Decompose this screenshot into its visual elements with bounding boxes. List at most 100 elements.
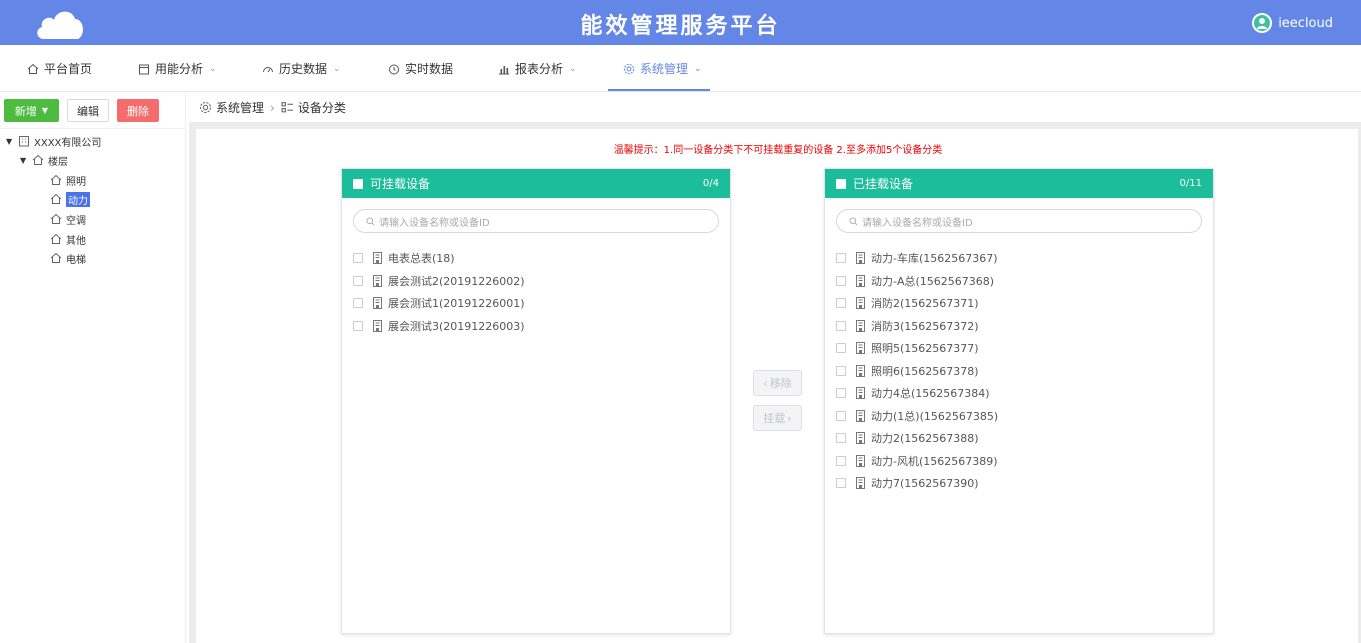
item-checkbox[interactable]: [836, 275, 846, 286]
item-label: 动力-车库(1562567367): [871, 252, 998, 266]
username: ieecloud: [1278, 15, 1333, 31]
item-checkbox[interactable]: [836, 253, 846, 264]
list-item[interactable]: 照明6(1562567378): [836, 360, 998, 383]
list-item[interactable]: 照明5(1562567377): [836, 337, 998, 360]
top-bar: 能效管理服务平台 ieecloud: [0, 0, 1361, 45]
item-checkbox[interactable]: [353, 298, 363, 309]
delete-button[interactable]: 删除: [117, 99, 159, 122]
list-item[interactable]: 动力-风机(1562567389): [836, 450, 998, 473]
list-item[interactable]: 电表总表(18): [353, 247, 525, 270]
new-button[interactable]: 新增 ▼: [4, 99, 59, 122]
search-input[interactable]: 请输入设备名称或设备ID: [836, 209, 1202, 233]
panel-title: 已挂载设备: [853, 177, 914, 191]
list-item[interactable]: 动力(1总)(1562567385): [836, 405, 998, 428]
chevron-left-icon: ‹: [763, 376, 768, 390]
device-icon: [855, 319, 866, 332]
item-label: 照明6(1562567378): [871, 364, 979, 378]
item-label: 动力4总(1562567384): [871, 387, 990, 401]
list-item[interactable]: 展会测试3(20191226003): [353, 315, 525, 338]
device-icon: [855, 252, 866, 265]
list-item[interactable]: 消防2(1562567371): [836, 292, 998, 315]
item-label: 动力7(1562567390): [871, 477, 979, 491]
nav-item-system-management[interactable]: 系统管理 ⌄: [622, 45, 702, 92]
select-all-checkbox[interactable]: [353, 178, 363, 189]
list-item[interactable]: 动力4总(1562567384): [836, 382, 998, 405]
avatar: [1252, 13, 1273, 33]
list-item[interactable]: 展会测试2(20191226002): [353, 270, 525, 293]
user-menu[interactable]: ieecloud: [1252, 13, 1333, 33]
device-icon: [855, 409, 866, 422]
warning-tip: 温馨提示：1.同一设备分类下不可挂载重复的设备 2.至多添加5个设备分类: [613, 145, 943, 156]
item-checkbox[interactable]: [836, 455, 846, 466]
selection-count: 0/11: [1179, 178, 1202, 189]
item-checkbox[interactable]: [836, 343, 846, 354]
device-icon: [372, 297, 383, 310]
item-checkbox[interactable]: [836, 388, 846, 399]
item-label: 展会测试2(20191226002): [388, 274, 525, 288]
item-checkbox[interactable]: [353, 275, 363, 286]
nav-item-home[interactable]: 平台首页: [26, 45, 92, 92]
item-checkbox[interactable]: [836, 410, 846, 421]
list-item[interactable]: 动力2(1562567388): [836, 427, 998, 450]
selection-count: 0/4: [702, 178, 719, 189]
item-checkbox[interactable]: [836, 298, 846, 309]
list-item[interactable]: 动力-A总(1562567368): [836, 270, 998, 293]
clock-icon: [387, 62, 401, 76]
search-placeholder: 请输入设备名称或设备ID: [379, 217, 490, 229]
mount-button[interactable]: 挂载 ›: [753, 405, 802, 431]
breadcrumb-system[interactable]: 系统管理: [216, 99, 264, 116]
item-checkbox[interactable]: [836, 320, 846, 331]
nav-item-realtime-data[interactable]: 实时数据: [387, 45, 453, 92]
item-label: 动力-风机(1562567389): [871, 454, 998, 468]
device-icon: [372, 252, 383, 265]
item-label: 照明5(1562567377): [871, 342, 979, 356]
item-checkbox[interactable]: [353, 253, 363, 264]
main-nav: 平台首页 用能分析 ⌄ 历史数据 ⌄ 实时数据 报表分析 ⌄ 系统管理 ⌄: [0, 45, 1361, 92]
bar-chart-icon: [497, 62, 511, 76]
item-checkbox[interactable]: [836, 433, 846, 444]
panel-header: 已挂载设备 0/11: [825, 169, 1213, 198]
chevron-down-icon: ⌄: [694, 63, 702, 74]
device-list: 动力-车库(1562567367) 动力-A总(1562567368) 消防2(15…: [836, 247, 998, 495]
chevron-down-icon: ⌄: [333, 63, 341, 74]
item-checkbox[interactable]: [836, 365, 846, 376]
item-label: 消防3(1562567372): [871, 319, 979, 333]
item-label: 动力-A总(1562567368): [871, 274, 995, 288]
nav-item-report-analysis[interactable]: 报表分析 ⌄: [497, 45, 577, 92]
panel-title: 可挂载设备: [370, 177, 431, 191]
search-placeholder: 请输入设备名称或设备ID: [862, 217, 973, 229]
home-icon: [50, 193, 62, 205]
tree-node-aircon[interactable]: 空调: [50, 211, 86, 227]
remove-button[interactable]: ‹ 移除: [753, 370, 802, 396]
item-label: 展会测试1(20191226001): [388, 297, 525, 311]
home-icon: [26, 62, 40, 76]
item-checkbox[interactable]: [353, 320, 363, 331]
nav-item-energy-analysis[interactable]: 用能分析 ⌄: [137, 45, 217, 92]
divider: [0, 128, 186, 129]
category-icon: [281, 101, 294, 114]
gear-icon: [622, 62, 636, 76]
list-item[interactable]: 动力7(1562567390): [836, 472, 998, 495]
search-input[interactable]: 请输入设备名称或设备ID: [353, 209, 719, 233]
home-icon: [50, 174, 62, 186]
tree-node-power[interactable]: 动力: [50, 191, 90, 207]
device-icon: [855, 364, 866, 377]
edit-button[interactable]: 编辑: [67, 99, 109, 122]
tree-node-elevator[interactable]: 电梯: [50, 250, 86, 266]
item-checkbox[interactable]: [836, 478, 846, 489]
device-icon: [855, 387, 866, 400]
gear-icon: [199, 101, 212, 114]
app-title: 能效管理服务平台: [580, 13, 781, 39]
tree-node-lighting[interactable]: 照明: [50, 172, 86, 188]
device-icon: [855, 477, 866, 490]
list-item[interactable]: 动力-车库(1562567367): [836, 247, 998, 270]
device-icon: [855, 297, 866, 310]
list-item[interactable]: 消防3(1562567372): [836, 315, 998, 338]
gauge-icon: [261, 62, 275, 76]
list-item[interactable]: 展会测试1(20191226001): [353, 292, 525, 315]
select-all-checkbox[interactable]: [836, 178, 846, 189]
home-icon: [50, 213, 62, 225]
tree-node-other[interactable]: 其他: [50, 231, 86, 247]
nav-item-history-data[interactable]: 历史数据 ⌄: [261, 45, 341, 92]
item-label: 消防2(1562567371): [871, 297, 979, 311]
